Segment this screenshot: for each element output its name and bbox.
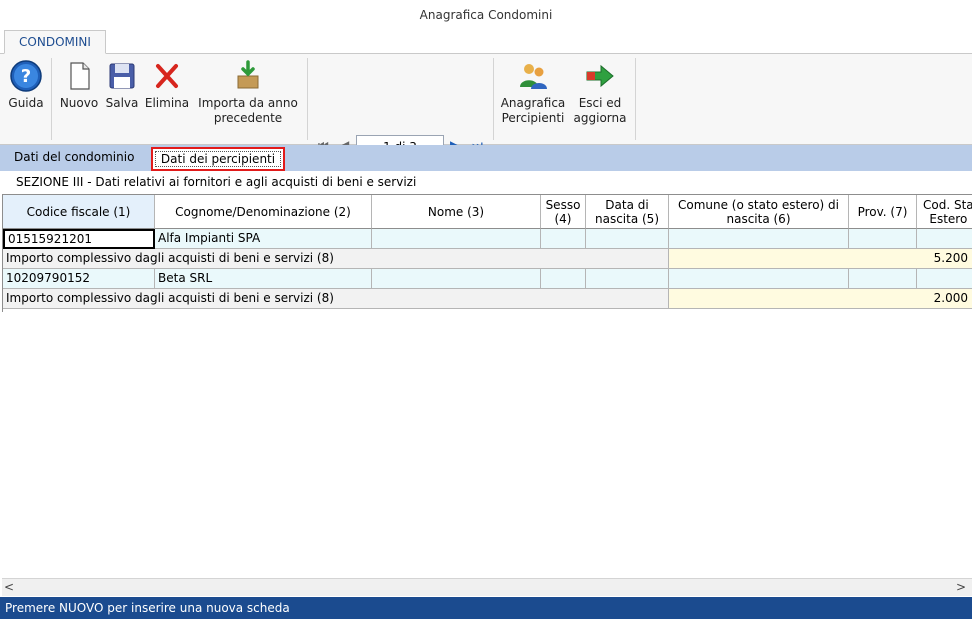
save-button[interactable]: Salva xyxy=(103,60,141,111)
data-nascita-cell[interactable] xyxy=(586,229,669,249)
horizontal-scrollbar[interactable]: < > xyxy=(2,578,972,596)
status-bar: Premere NUOVO per inserire una nuova sch… xyxy=(0,597,972,619)
tab-dati-percipienti-label: Dati dei percipienti xyxy=(155,151,281,167)
ribbon-tab-condomini[interactable]: CONDOMINI xyxy=(4,30,106,54)
cod-stato-estero-cell[interactable] xyxy=(917,269,972,289)
new-label: Nuovo xyxy=(59,96,99,110)
recipients-label-line2: Percipienti xyxy=(501,111,565,125)
header-label-line2: nascita (6) xyxy=(726,211,791,226)
exit-arrow-icon xyxy=(586,64,614,88)
header-label-line1: Sesso xyxy=(545,197,581,212)
scroll-left-icon[interactable]: < xyxy=(4,580,14,594)
recipients-grid: Codice fiscale (1) Cognome/Denominazione… xyxy=(2,194,972,313)
grid-empty-area xyxy=(2,312,972,578)
delete-button[interactable]: Elimina xyxy=(144,60,190,111)
table-row: 01515921201 Alfa Impianti SPA xyxy=(3,229,972,249)
new-document-icon xyxy=(70,62,90,90)
header-label-line2: Estero xyxy=(929,211,968,226)
column-header-data-nascita[interactable]: Data di nascita (5) xyxy=(586,195,669,229)
header-label-line1: Cod. Sta xyxy=(923,197,972,212)
separator xyxy=(51,58,52,140)
header-label: Nome (3) xyxy=(427,204,485,219)
header-label-line2: nascita (5) xyxy=(594,211,659,226)
header-label: Cognome/Denominazione (2) xyxy=(175,204,351,219)
delete-label: Elimina xyxy=(144,96,190,110)
new-button[interactable]: Nuovo xyxy=(57,60,101,111)
exit-and-update-button[interactable]: Esci ed aggiorna xyxy=(570,60,630,126)
sesso-cell[interactable] xyxy=(541,229,586,249)
header-label-line1: Comune (o stato estero) di xyxy=(677,197,839,212)
column-header-sesso[interactable]: Sesso (4) xyxy=(541,195,586,229)
data-nascita-cell[interactable] xyxy=(586,269,669,289)
header-label: Cod. Sta Estero xyxy=(923,198,972,226)
import-box-icon xyxy=(237,60,259,89)
help-icon: ? xyxy=(10,60,42,92)
save-label: Salva xyxy=(105,96,139,110)
nome-cell[interactable] xyxy=(372,229,541,249)
denominazione-cell[interactable]: Beta SRL xyxy=(155,269,372,289)
header-label: Codice fiscale (1) xyxy=(26,204,131,219)
save-disk-icon xyxy=(109,63,135,89)
column-header-cognome[interactable]: Cognome/Denominazione (2) xyxy=(155,195,372,229)
codice-fiscale-cell[interactable]: 01515921201 xyxy=(3,229,155,249)
importo-value-cell[interactable]: 5.200 xyxy=(669,249,972,269)
column-header-nome[interactable]: Nome (3) xyxy=(372,195,541,229)
column-header-cod-stato-estero[interactable]: Cod. Sta Estero xyxy=(917,195,972,229)
svg-text:?: ? xyxy=(21,66,31,87)
prov-cell[interactable] xyxy=(849,269,917,289)
delete-x-icon xyxy=(156,64,178,88)
column-header-codice-fiscale[interactable]: Codice fiscale (1) xyxy=(3,195,155,229)
column-header-prov[interactable]: Prov. (7) xyxy=(849,195,917,229)
header-label-line2: (4) xyxy=(554,211,572,226)
import-previous-year-button[interactable]: Importa da anno precedente xyxy=(194,60,302,126)
help-label: Guida xyxy=(8,96,44,110)
tab-dati-condominio[interactable]: Dati del condominio xyxy=(14,150,134,164)
comune-cell[interactable] xyxy=(669,269,849,289)
table-row: 10209790152 Beta SRL xyxy=(3,269,972,289)
importo-label-cell: Importo complessivo dagli acquisti di be… xyxy=(3,289,669,309)
exit-label-line2: aggiorna xyxy=(573,111,627,125)
header-label: Comune (o stato estero) di nascita (6) xyxy=(678,198,839,226)
users-group-icon xyxy=(520,64,547,89)
importo-label-cell: Importo complessivo dagli acquisti di be… xyxy=(3,249,669,269)
comune-cell[interactable] xyxy=(669,229,849,249)
header-label: Data di nascita (5) xyxy=(595,198,659,226)
cod-stato-estero-cell[interactable] xyxy=(917,229,972,249)
nome-cell[interactable] xyxy=(372,269,541,289)
ribbon-tab-bar: CONDOMINI xyxy=(0,30,972,54)
header-label-line1: Data di xyxy=(605,197,649,212)
import-label-line1: Importa da anno xyxy=(198,96,298,110)
window-title: Anagrafica Condomini xyxy=(0,0,972,30)
codice-fiscale-cell[interactable]: 10209790152 xyxy=(3,269,155,289)
ribbon-toolbar: ? Guida Nuovo Salva Elimina Importa da a xyxy=(0,54,972,159)
recipients-label-line1: Anagrafica xyxy=(500,96,566,110)
help-button[interactable]: ? Guida xyxy=(6,60,46,111)
column-header-comune[interactable]: Comune (o stato estero) di nascita (6) xyxy=(669,195,849,229)
table-row-total: Importo complessivo dagli acquisti di be… xyxy=(3,249,972,269)
separator xyxy=(493,58,494,140)
table-row-total: Importo complessivo dagli acquisti di be… xyxy=(3,289,972,309)
tab-dati-percipienti[interactable]: Dati dei percipienti xyxy=(151,147,285,171)
separator xyxy=(635,58,636,140)
importo-value-cell[interactable]: 2.000 xyxy=(669,289,972,309)
import-label-line2: precedente xyxy=(213,111,283,125)
scroll-right-icon[interactable]: > xyxy=(956,580,966,594)
section-title: SEZIONE III - Dati relativi ai fornitori… xyxy=(0,171,972,194)
prov-cell[interactable] xyxy=(849,229,917,249)
header-label: Sesso (4) xyxy=(546,198,581,226)
header-label: Prov. (7) xyxy=(857,204,908,219)
separator xyxy=(307,58,308,140)
recipients-registry-button[interactable]: Anagrafica Percipienti xyxy=(498,60,568,126)
denominazione-cell[interactable]: Alfa Impianti SPA xyxy=(155,229,372,249)
sesso-cell[interactable] xyxy=(541,269,586,289)
section-tab-bar: Dati del condominio xyxy=(0,145,972,171)
exit-label-line1: Esci ed xyxy=(578,96,622,110)
